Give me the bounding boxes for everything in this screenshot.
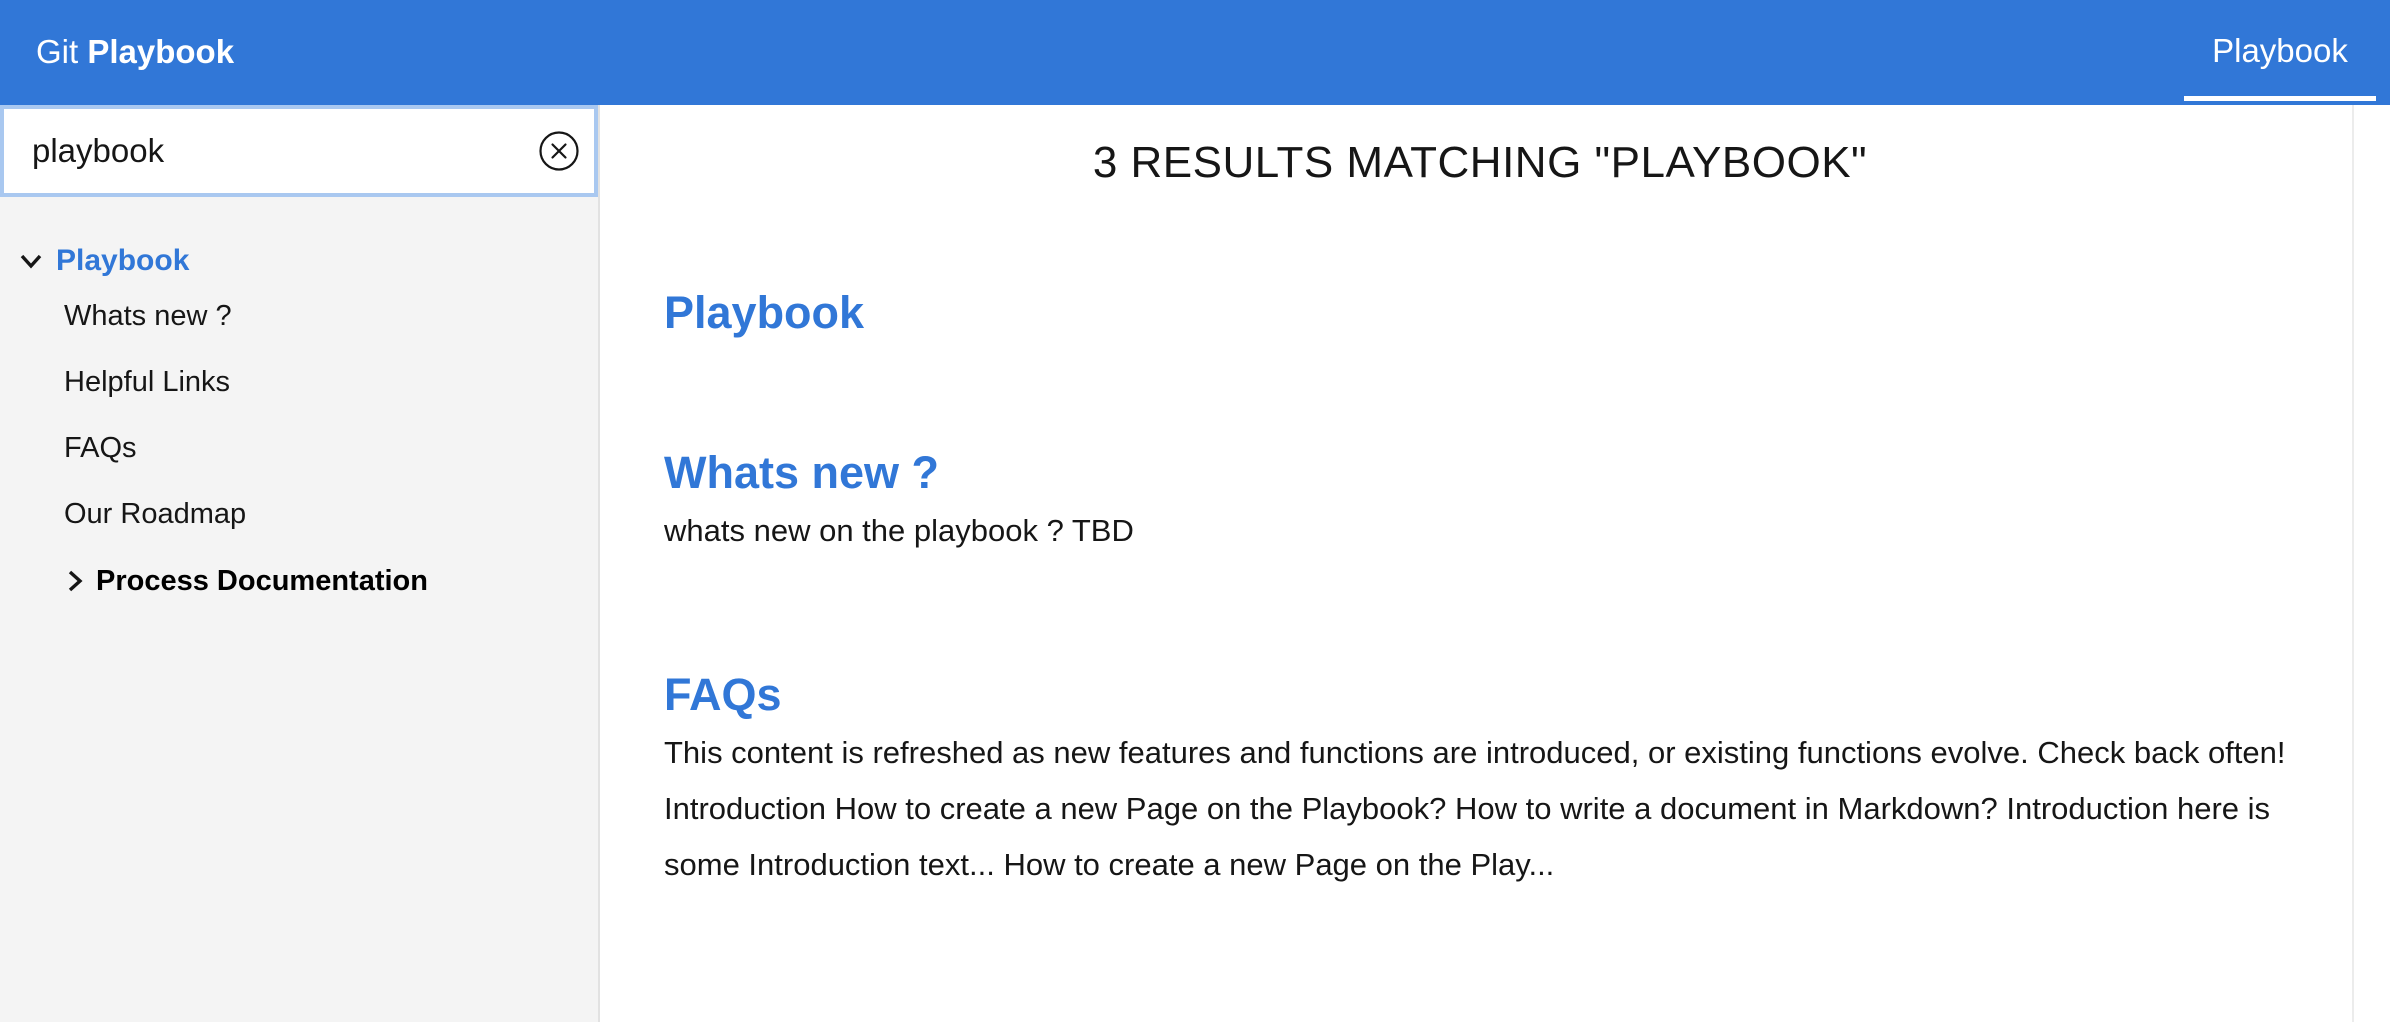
close-circle-icon bbox=[539, 131, 579, 171]
search-results-panel: 3 RESULTS MATCHING "PLAYBOOK" Playbook W… bbox=[600, 105, 2352, 1022]
search-box bbox=[0, 105, 598, 197]
chevron-down-icon bbox=[20, 254, 42, 269]
sidebar-item-playbook[interactable]: Playbook bbox=[18, 237, 189, 285]
sidebar-item-whats-new[interactable]: Whats new ? bbox=[64, 293, 232, 339]
sidebar-item-label: Playbook bbox=[56, 244, 190, 277]
clear-search-button[interactable] bbox=[538, 130, 580, 172]
sidebar-item-label: Process Documentation bbox=[96, 564, 428, 597]
sidebar-item-helpful-links[interactable]: Helpful Links bbox=[64, 359, 230, 405]
app-brand[interactable]: Git Playbook bbox=[36, 30, 234, 74]
brand-name: Playbook bbox=[87, 33, 235, 70]
sidebar: Playbook Whats new ? Helpful Links FAQs … bbox=[0, 105, 600, 1022]
results-heading: 3 RESULTS MATCHING "PLAYBOOK" bbox=[1092, 138, 1868, 187]
result-snippet-whats-new: whats new on the playbook ? TBD bbox=[664, 513, 1134, 548]
chevron-right-icon bbox=[68, 570, 83, 592]
sidebar-item-faqs[interactable]: FAQs bbox=[64, 425, 137, 471]
result-title-playbook[interactable]: Playbook bbox=[664, 285, 864, 341]
result-title-whats-new[interactable]: Whats new ? bbox=[664, 445, 939, 501]
brand-prefix: Git bbox=[36, 33, 79, 70]
search-input[interactable] bbox=[32, 123, 512, 179]
nav-tab-playbook[interactable]: Playbook bbox=[2184, 0, 2376, 101]
result-title-faqs[interactable]: FAQs bbox=[664, 667, 782, 723]
sidebar-item-process-documentation[interactable]: Process Documentation bbox=[64, 557, 428, 605]
result-snippet-faqs: This content is refreshed as new feature… bbox=[664, 735, 2286, 882]
active-tab-indicator bbox=[2184, 96, 2376, 101]
top-header: Git Playbook Playbook bbox=[0, 0, 2390, 105]
right-divider bbox=[2352, 105, 2354, 1022]
sidebar-item-our-roadmap[interactable]: Our Roadmap bbox=[64, 491, 246, 537]
